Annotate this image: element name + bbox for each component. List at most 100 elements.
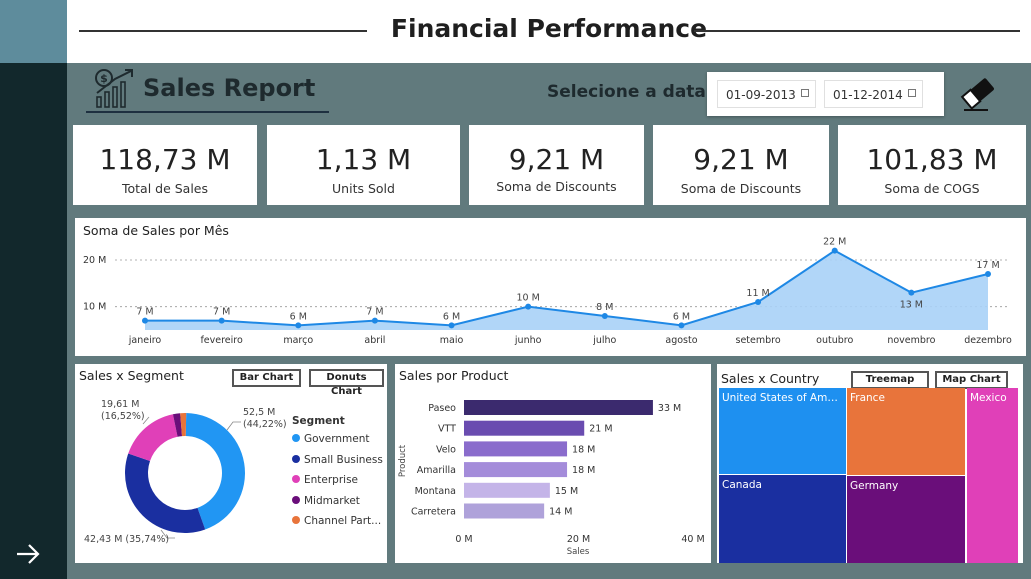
eraser-icon[interactable]	[958, 72, 998, 114]
data-label: 6 M	[673, 311, 690, 322]
kpi-value: 101,83 M	[866, 143, 998, 176]
nav-logo-block	[0, 0, 67, 63]
donut-label-small-business: 42,43 M (35,74%)	[84, 534, 170, 545]
data-label: 18 M	[572, 465, 595, 476]
data-label: 15 M	[555, 486, 578, 497]
x-tick-label: agosto	[665, 335, 697, 346]
data-label: 18 M	[572, 444, 595, 455]
dashboard: Financial Performance $ Sales Report Sel…	[0, 0, 1031, 579]
legend-swatch	[292, 516, 300, 524]
kpi-discounts: 9,21 M Soma de Discounts	[469, 125, 644, 205]
report-title: Sales Report	[143, 74, 316, 102]
kpi-value: 9,21 M	[508, 143, 605, 176]
donut-label-share: (44,22%)	[243, 419, 287, 430]
data-label: 7 M	[136, 307, 153, 318]
treemap-tile[interactable]: France	[847, 388, 965, 475]
kpi-value: 9,21 M	[693, 143, 789, 176]
start-date-value: 01-09-2013	[726, 88, 796, 102]
data-label: 6 M	[290, 311, 307, 322]
page-header: Financial Performance	[67, 0, 1031, 63]
page-title: Financial Performance	[390, 14, 708, 43]
data-point	[985, 271, 991, 277]
data-point	[601, 313, 608, 319]
bar	[464, 441, 568, 457]
x-tick-label: janeiro	[128, 335, 162, 346]
date-filter-label: Selecione a data	[547, 82, 706, 102]
treemap-tile[interactable]: Mexico	[967, 388, 1018, 563]
bar	[464, 482, 550, 498]
data-label: 8 M	[596, 302, 613, 313]
legend-label: Government	[304, 433, 370, 445]
product-bar-chart: Paseo 33 M VTT 21 M Velo 18 M Amarilla 18 M Mont…	[398, 400, 705, 557]
bar	[464, 462, 568, 478]
bar	[464, 400, 653, 415]
end-date-input[interactable]: 01-12-2014	[824, 80, 923, 108]
header-rule-right	[694, 30, 1020, 32]
kpi-discounts-2: 9,21 M Soma de Discounts	[653, 125, 829, 205]
donut-label-value: 52,5 M	[243, 407, 276, 418]
x-axis-title: Sales	[567, 547, 590, 557]
calendar-icon[interactable]	[908, 89, 916, 97]
kpi-total-sales: 118,73 M Total de Sales	[73, 125, 257, 205]
map-chart-button[interactable]: Map Chart	[935, 371, 1008, 389]
bar	[464, 503, 545, 519]
start-date-input[interactable]: 01-09-2013	[717, 80, 816, 108]
y-tick-label: VTT	[438, 424, 456, 435]
data-point	[142, 317, 148, 324]
end-date-value: 01-12-2014	[833, 88, 903, 102]
treemap-tile[interactable]: United States of Ameri...	[719, 388, 846, 474]
y-tick-label: Amarilla	[417, 465, 456, 476]
data-point	[448, 322, 455, 329]
product-panel: Sales por Product Paseo 33 M VTT 21 M Velo 18…	[395, 364, 711, 563]
kpi-label: Total de Sales	[121, 181, 209, 196]
treemap-tile[interactable]: Canada	[719, 475, 846, 563]
y-tick-label: 10 M	[83, 302, 106, 313]
data-label: 22 M	[823, 237, 846, 248]
legend-item: Government	[292, 433, 369, 445]
data-label: 21 M	[589, 424, 612, 435]
data-label: 6 M	[443, 311, 460, 322]
x-tick-label: dezembro	[964, 335, 1012, 346]
legend-label: Enterprise	[304, 474, 359, 486]
legend-swatch	[292, 454, 300, 463]
x-tick-label: 40 M	[681, 534, 704, 545]
y-axis-title: Product	[398, 444, 408, 477]
x-tick-label: 0 M	[455, 534, 472, 545]
data-point	[755, 299, 762, 305]
donut-label-enterprise: 19,61 M (16,52%)	[101, 399, 145, 423]
data-point	[678, 322, 685, 329]
kpi-label: Soma de COGS	[884, 181, 980, 196]
kpi-cogs: 101,83 M Soma de COGS	[838, 125, 1026, 205]
x-tick-label: setembro	[736, 335, 781, 346]
data-point	[525, 303, 532, 310]
legend-item: Channel Part...	[292, 515, 381, 527]
legend-item: Small Business	[292, 454, 383, 466]
side-navigation	[0, 0, 67, 579]
kpi-label: Soma de Discounts	[680, 181, 802, 196]
kpi-units-sold: 1,13 M Units Sold	[267, 125, 460, 205]
legend-item: Midmarket	[292, 495, 360, 507]
x-tick-label: novembro	[887, 335, 935, 346]
arrow-right-icon[interactable]	[14, 540, 42, 568]
treemap-chart-button[interactable]: Treemap Chart	[851, 371, 929, 399]
kpi-label: Soma de Discounts	[496, 179, 617, 194]
data-label: 7 M	[213, 307, 230, 318]
y-tick-label: Carretera	[411, 507, 456, 518]
y-tick-label: 20 M	[83, 255, 106, 266]
data-label: 10 M	[517, 293, 540, 304]
y-tick-label: Montana	[415, 486, 456, 497]
report-title-underline	[86, 111, 329, 113]
data-point	[831, 247, 838, 254]
x-tick-label: junho	[514, 335, 542, 346]
legend-title: Segment	[292, 415, 345, 427]
data-label: 33 M	[658, 403, 681, 414]
donut-label-value: 19,61 M	[101, 399, 140, 410]
treemap-tile[interactable]: Germany	[847, 476, 965, 563]
data-point	[908, 289, 915, 296]
data-label: 11 M	[746, 288, 769, 299]
donut-label-government: 52,5 M (44,22%)	[243, 407, 287, 431]
calendar-icon[interactable]	[801, 89, 809, 97]
country-panel: Sales x Country Treemap Chart Map Chart …	[717, 364, 1023, 563]
data-point	[218, 317, 225, 324]
segment-panel: Sales x Segment Bar Chart Donuts Chart 1…	[75, 364, 387, 563]
